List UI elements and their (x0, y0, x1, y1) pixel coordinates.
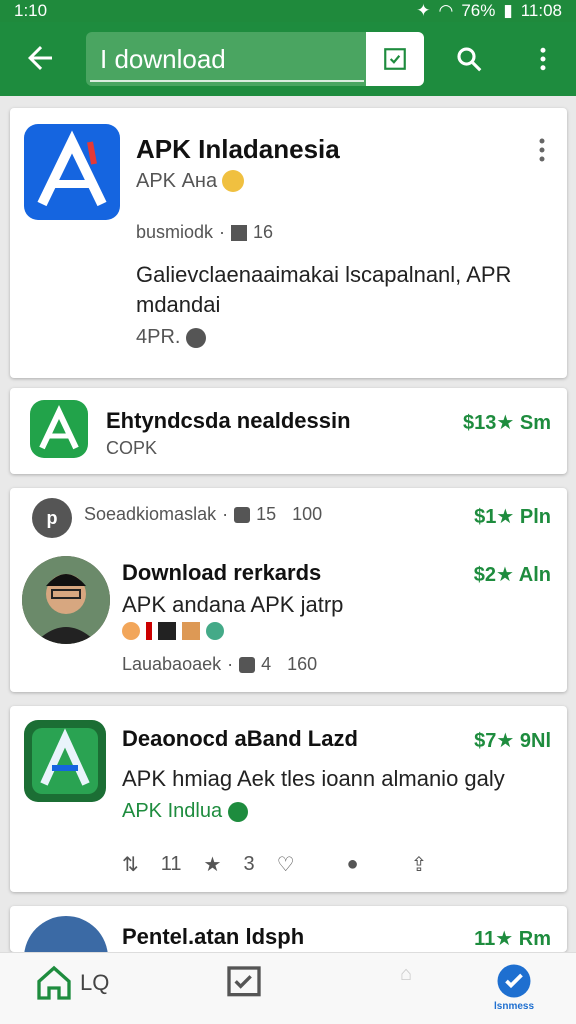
post-title[interactable]: Pentel.atan ldsph (122, 924, 304, 950)
search-field[interactable]: I download (86, 32, 424, 86)
app-description: APK hmiag Aek tles ioann almanio galy (122, 766, 505, 791)
app-subtitle: COPK (106, 438, 158, 458)
post-header-count1: 15 (256, 504, 277, 524)
app-meta: busmiodk · 16 (136, 222, 274, 242)
share-icon (234, 506, 251, 523)
post-header: Soeadkiomaslak · 15 100 (84, 504, 323, 524)
app-title[interactable]: Ehtyndcsda nealdessin (106, 408, 351, 434)
share-icon[interactable]: ⇪ (411, 852, 428, 877)
check-box-icon (384, 48, 406, 70)
post-header-count2: 100 (292, 504, 323, 524)
emoji-icon (206, 622, 224, 640)
post-meta-label: Lauabaoaek (122, 654, 222, 674)
more-vert-icon[interactable] (528, 44, 558, 74)
app-meta-count: 16 (253, 222, 274, 242)
emoji-icon (158, 622, 176, 640)
avatar[interactable] (24, 916, 108, 952)
app-icon (30, 400, 88, 458)
star-icon[interactable]: ★ (204, 852, 222, 877)
emoji-row (122, 622, 224, 640)
app-price: $7★ 9Nl (474, 730, 551, 752)
app-price: $13★ Sm (463, 412, 551, 434)
people-icon: ⌂ (400, 963, 413, 985)
app-title[interactable]: Deaonocd aBand Lazd (122, 726, 358, 752)
nav-tasks[interactable] (224, 963, 264, 1003)
battery-icon: ▮ (503, 1, 513, 20)
status-time: 1:10 (14, 1, 48, 20)
verified-icon (228, 801, 249, 822)
home-icon (37, 965, 71, 1000)
app-description-line1: Galievclaenaaimakai lscapalnanl, APR (136, 262, 512, 287)
post-card[interactable]: p Soeadkiomaslak · 15 100 $1★ Pln Downlo… (10, 488, 567, 692)
nav-people[interactable]: ⌂ (400, 963, 412, 986)
check-circle-icon (497, 964, 531, 998)
app-subtitle: APK Ана (136, 170, 218, 192)
action-count-1: 11 (160, 853, 182, 875)
post-title[interactable]: Download rerkards (122, 560, 321, 586)
bottom-navigation: LQ ⌂ lsnmess (0, 952, 576, 1024)
logo-a-icon (37, 130, 107, 207)
post-price: 11★ Rm (474, 928, 551, 950)
app-icon (24, 124, 120, 220)
avatar-letter: p (46, 508, 58, 528)
emoji-icon (122, 622, 140, 640)
nav-lq-label: LQ (80, 970, 110, 995)
verified-badge-icon (222, 170, 244, 192)
app-card[interactable]: Ehtyndcsda nealdessin COPK $13★ Sm (10, 388, 567, 474)
app-meta-label: busmiodk (136, 222, 214, 242)
post-header-label: Soeadkiomaslak (84, 504, 217, 524)
search-icon[interactable] (454, 44, 484, 74)
logo-a-icon (32, 728, 98, 794)
developer-row: APK Indlua (122, 800, 249, 823)
search-underline (90, 80, 364, 82)
post-meta-count2: 160 (287, 654, 318, 674)
back-arrow-icon[interactable] (22, 40, 58, 76)
status-clock: 11:08 (520, 1, 562, 20)
more-vert-icon[interactable] (539, 138, 545, 162)
app-footer: 4PR. (136, 326, 207, 349)
nav-home[interactable]: LQ (34, 963, 109, 1003)
repost-icon[interactable]: ⇅ (122, 852, 139, 877)
post-price: $1★ Pln (474, 506, 551, 528)
comment-icon[interactable]: ● (347, 853, 359, 876)
nav-profile[interactable]: lsnmess (494, 963, 534, 1012)
heart-icon[interactable]: ♡ (277, 852, 295, 877)
app-bar: I download (0, 22, 576, 96)
post-meta: Lauabaoaek · 4 160 (122, 654, 318, 674)
emoji-icon (182, 622, 200, 640)
avatar[interactable]: p (32, 498, 72, 538)
action-row: ⇅ 11 ★ 3 ♡ ● ⇪ (122, 852, 427, 877)
checkbox-icon (231, 224, 248, 241)
app-footer-label: 4PR. (136, 326, 181, 348)
signal-icon: ✦ (416, 1, 431, 20)
avatar[interactable] (22, 556, 110, 644)
nav-badge-label: lsnmess (494, 1001, 535, 1012)
logo-a-icon (39, 404, 79, 450)
developer-name[interactable]: APK Indlua (122, 800, 222, 823)
app-card[interactable]: Deaonocd aBand Lazd $7★ 9Nl APK hmiag Ae… (10, 706, 567, 892)
app-title[interactable]: APK Inladanesia (136, 134, 340, 165)
post-card[interactable]: Pentel.atan ldsph 11★ Rm (10, 906, 567, 952)
app-description-line2: mdandai (136, 292, 221, 317)
filter-button[interactable] (366, 32, 424, 86)
post-meta-count1: 4 (261, 654, 272, 674)
status-bar: 1:10 ✦ ◠ 76% ▮ 11:08 (0, 0, 576, 22)
checklist-icon (227, 966, 261, 997)
app-icon (24, 720, 106, 802)
person-photo (22, 556, 110, 644)
battery-percent: 76% (461, 1, 496, 20)
post-price-2: $2★ Aln (473, 564, 551, 586)
action-count-2: 3 (243, 853, 255, 875)
wifi-icon: ◠ (438, 1, 454, 20)
app-card-featured[interactable]: APK Inladanesia APK Ана busmiodk · 16 Ga… (10, 108, 567, 378)
share-icon (239, 656, 256, 673)
emoji-icon (146, 622, 152, 640)
thumbs-up-icon[interactable] (186, 327, 207, 348)
post-body: APK andana APK jatrp (122, 592, 344, 617)
